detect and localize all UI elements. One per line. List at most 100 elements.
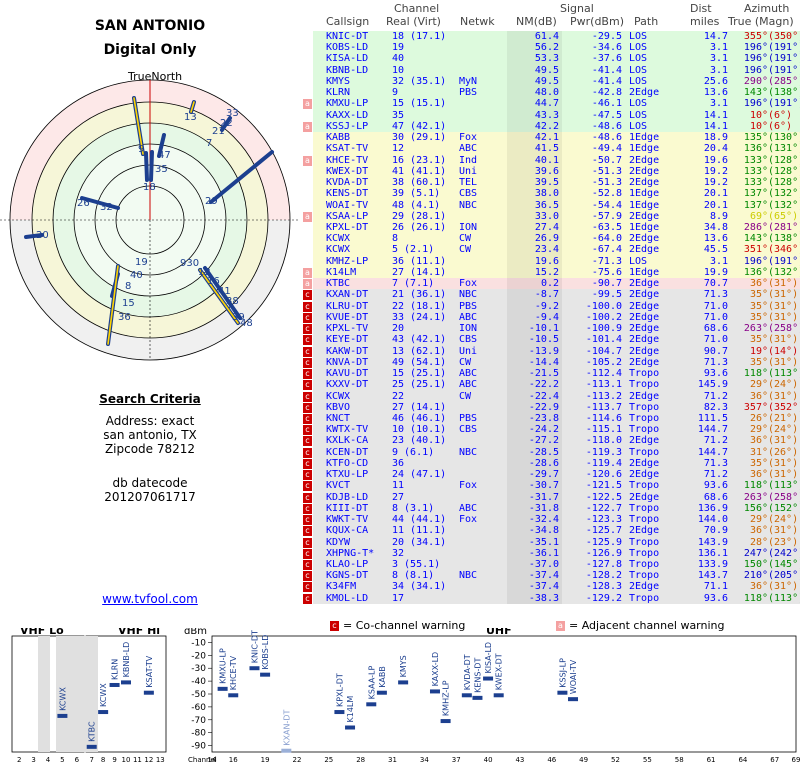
cell-cs[interactable]: KDYW	[326, 537, 350, 548]
tvfool-link[interactable]: www.tvfool.com	[0, 592, 300, 606]
cell-cs[interactable]: KSSJ-LP	[326, 121, 368, 132]
cell-cs[interactable]: KTXU-LP	[326, 469, 368, 480]
cell-cs[interactable]: KNIC-DT	[326, 31, 368, 42]
cell-pt: 2Edge	[629, 289, 660, 301]
x-tick-label: 7	[89, 756, 93, 764]
cell-cs[interactable]: KLAO-LP	[326, 559, 368, 570]
cell-nm: -9.2	[534, 300, 559, 312]
cell-ch: 44 (44.1)	[392, 514, 447, 526]
cell-cs[interactable]: KWTX-TV	[326, 424, 368, 435]
cell-cs[interactable]: KABB	[326, 132, 350, 143]
cell-cs[interactable]: KOBS-LD	[326, 42, 368, 53]
cell-azimuth-magn: (285°)	[768, 75, 800, 87]
cell-cs[interactable]: KMOL-LD	[326, 593, 368, 604]
cell-cs[interactable]: K34FM	[326, 581, 356, 592]
cell-cs[interactable]: KLRU-DT	[326, 301, 368, 312]
cell-azimuth-true: 36°	[749, 278, 768, 290]
chart-point-label: KWEX-DT	[495, 653, 504, 690]
cell-azimuth-magn: (131°)	[768, 143, 800, 155]
cell-pw: -41.4	[591, 75, 622, 87]
cell-cs[interactable]: KGNS-DT	[326, 570, 368, 581]
cell-cs[interactable]: KWEX-DT	[326, 166, 368, 177]
cell-pw: -51.3	[591, 165, 622, 177]
cell-cs[interactable]: KSAA-LP	[326, 211, 368, 222]
cell-cs[interactable]: KWKT-TV	[326, 514, 368, 525]
cell-pw: -104.7	[585, 345, 622, 357]
cell-cs[interactable]: KXAN-DT	[326, 289, 368, 300]
cell-nm: 0.2	[540, 278, 559, 290]
cell-cs[interactable]: KHCE-TV	[326, 155, 368, 166]
polar-label: 36	[118, 312, 131, 323]
cell-cs[interactable]: KMHZ-LP	[326, 256, 368, 267]
cell-mi: 71.0	[703, 311, 728, 323]
cell-cs[interactable]: KPXL-DT	[326, 222, 368, 233]
cell-cs[interactable]: KAKW-DT	[326, 346, 368, 357]
cell-cs[interactable]: KCWX	[326, 244, 350, 255]
cell-cs[interactable]: KIII-DT	[326, 503, 368, 514]
cell-azimuth-magn: (31°)	[768, 469, 799, 481]
db-label: db datecode	[112, 476, 188, 490]
cell-mi: 145.9	[697, 379, 728, 391]
cell-cs[interactable]: KCWX	[326, 233, 350, 244]
table-row: KWEX-DT 41 (41.1) Uni 39.6 -51.3 2Edge 19.2 133…	[302, 165, 800, 178]
cell-mi: 3.1	[709, 42, 728, 54]
cell-cs[interactable]: KTFO-CD	[326, 458, 368, 469]
cell-pt: Tropo	[629, 570, 660, 582]
polar-label: 8	[125, 281, 132, 292]
cell-cs[interactable]: KNCT	[326, 413, 350, 424]
cell-cs[interactable]: KAVU-DT	[326, 368, 368, 379]
cell-cs[interactable]: KVUE-DT	[326, 312, 368, 323]
table-row: c KXXV-DT 25 (25.1) ABC -22.2 -113.1 Tropo 145.…	[302, 379, 800, 391]
co-channel-warning-icon: c	[303, 560, 312, 571]
cell-cs[interactable]: K14LM	[326, 267, 356, 278]
cell-cs[interactable]: KNVA-DT	[326, 357, 368, 368]
cell-cs[interactable]: KTBC	[326, 278, 350, 289]
cell-nm: -31.7	[528, 491, 559, 503]
cell-pw: -127.8	[585, 559, 622, 571]
cell-cs[interactable]: KMYS	[326, 76, 350, 87]
header-nm: NM(dB)	[516, 15, 557, 28]
cell-cs[interactable]: KENS-DT	[326, 188, 368, 199]
cell-ch: 10	[392, 64, 405, 76]
cell-azimuth-magn: (350°)	[768, 31, 800, 42]
cell-mi: 19.2	[703, 165, 728, 177]
table-row: KMYS 32 (35.1) MyN 49.5 -41.4 LOS 25.6 290° (285…	[302, 75, 800, 88]
cell-cs[interactable]: KLRN	[326, 87, 350, 98]
cell-nm: -29.7	[528, 469, 559, 481]
cell-cs[interactable]: KCWX	[326, 391, 350, 402]
x-tick-label: 64	[738, 756, 747, 764]
cell-cs[interactable]: XHPNG-T*	[326, 548, 374, 559]
polar-label: 18	[143, 182, 156, 193]
cell-cs[interactable]: KQUX-CA	[326, 525, 368, 536]
cell-pt: 2Edge	[629, 278, 660, 290]
cell-azimuth-magn: (31°)	[768, 289, 799, 301]
cell-cs[interactable]: KBNB-LD	[326, 65, 368, 76]
cell-pt: LOS	[629, 64, 648, 76]
cell-mi: 71.2	[703, 390, 728, 402]
cell-cs[interactable]: KSAT-TV	[326, 143, 368, 154]
cell-cs[interactable]: KXXV-DT	[326, 379, 368, 390]
cell-cs[interactable]: KPXL-TV	[326, 323, 368, 334]
unused-band	[38, 636, 50, 752]
cell-cs[interactable]: KCEN-DT	[326, 447, 368, 458]
cell-pw: -41.4	[591, 64, 622, 76]
cell-cs[interactable]: KISA-LD	[326, 53, 368, 64]
cell-cs[interactable]: KEYE-DT	[326, 334, 368, 345]
header-signal: Signal	[560, 2, 594, 15]
cell-cs[interactable]: KMXU-LP	[326, 98, 368, 109]
cell-cs[interactable]: KDJB-LD	[326, 492, 368, 503]
cell-mi: 20.1	[703, 188, 728, 200]
cell-cs[interactable]: WOAI-TV	[326, 200, 368, 211]
cell-cs[interactable]: KXLK-CA	[326, 435, 368, 446]
cell-cs[interactable]: KVCT	[326, 480, 350, 491]
table-row: c KPXL-TV 20 ION -10.1 -100.9 2Edge 68.6 263° (25…	[302, 323, 800, 335]
cell-cs[interactable]: KVDA-DT	[326, 177, 368, 188]
cell-pw: -67.4	[591, 244, 622, 256]
cell-mi: 71.2	[703, 435, 728, 447]
cell-azimuth-magn: (145°)	[768, 559, 800, 571]
adjacent-warning-icon: a	[303, 279, 312, 290]
cell-cs[interactable]: KBVO	[326, 402, 350, 413]
polar-label: 48	[240, 318, 253, 329]
cell-cs[interactable]: KAXX-LD	[326, 110, 368, 121]
table-row: c KTFO-CD 36 -28.6 -119.4 2Edge 71.3 35° (31°)	[302, 457, 800, 470]
